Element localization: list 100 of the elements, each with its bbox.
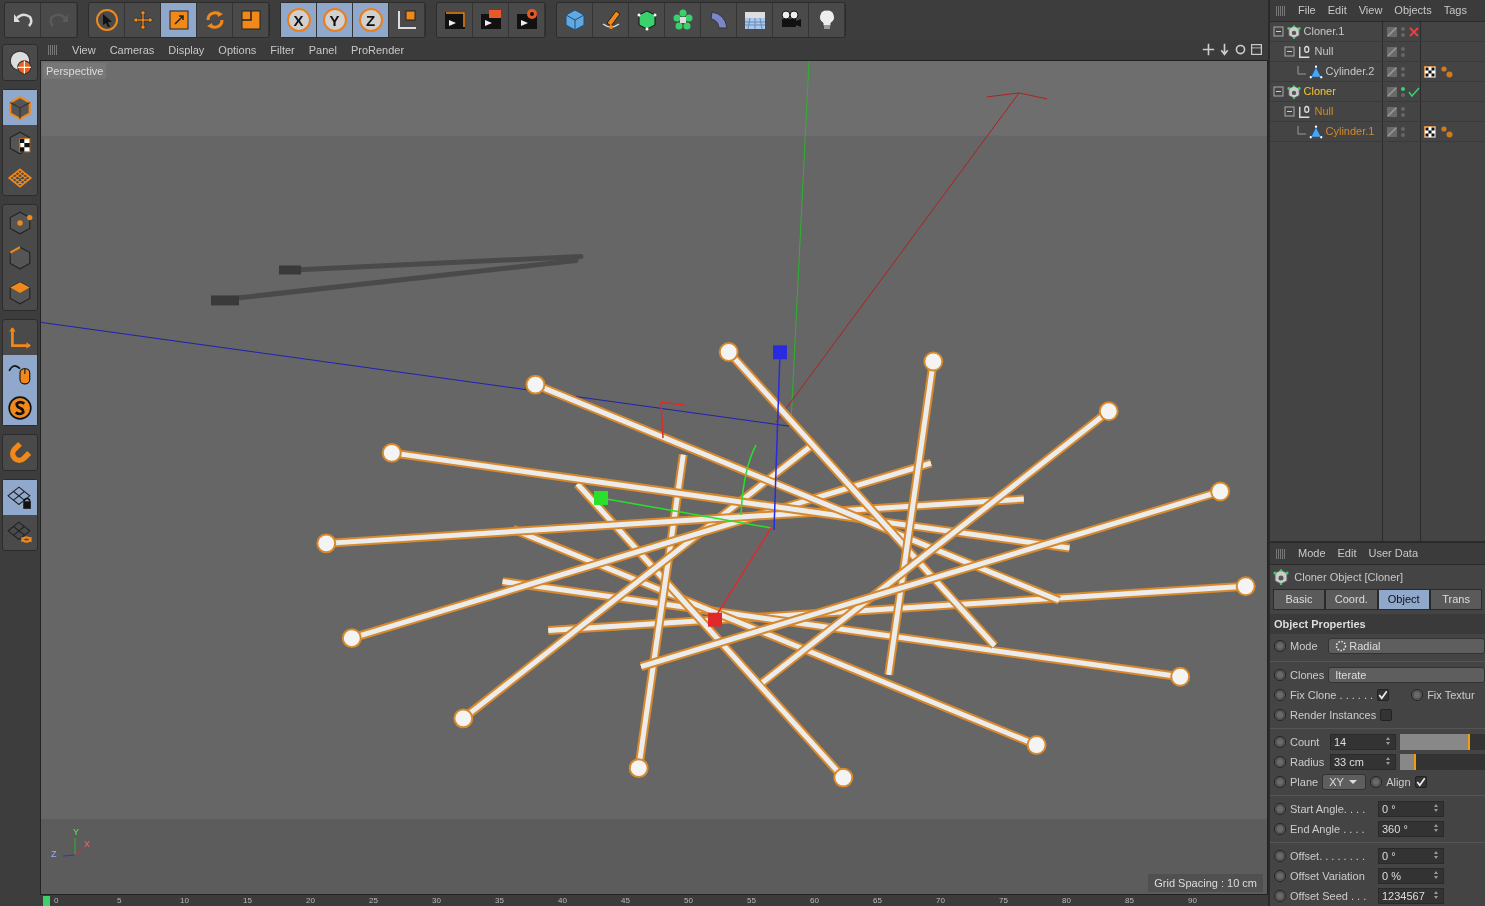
number-field[interactable]: 1234567 [1378,888,1444,904]
number-field[interactable]: 14 [1330,734,1396,750]
texture-tag-icon[interactable] [1423,125,1436,138]
menu-item[interactable]: Panel [308,41,337,59]
layer-icon[interactable] [1386,65,1398,78]
keyframe-radio[interactable] [1411,689,1424,701]
tree-branch-line [1295,125,1306,138]
slider-fill[interactable] [1400,734,1470,750]
object-name[interactable]: Cloner.1 [1303,23,1345,40]
field-label: Offset Variation [1290,868,1366,884]
field-label: Fix Textur [1427,687,1475,703]
menu-item[interactable]: Display [168,41,205,59]
object-name[interactable]: Cloner [1303,83,1336,100]
menu-item[interactable]: View [1358,2,1383,19]
number-field[interactable]: 360 ° [1378,821,1444,837]
collapse-icon[interactable] [1284,45,1295,58]
visibility-dots-icon[interactable] [1400,65,1406,78]
dolly-icon[interactable] [1218,43,1231,57]
keyframe-radio[interactable] [1274,823,1286,835]
number-field[interactable]: 0 ° [1378,801,1444,817]
playhead-marker[interactable] [43,896,50,906]
texture-tag-icon[interactable] [1423,65,1436,78]
mode-dropdown[interactable]: Radial [1327,638,1485,654]
menu-item[interactable]: Objects [1394,2,1432,19]
checkbox[interactable] [1380,709,1393,721]
checkbox[interactable] [1377,689,1390,701]
phong-tag-icon[interactable] [1441,125,1454,138]
tab[interactable]: Coord. [1325,589,1378,610]
number-field[interactable]: 0 % [1378,868,1444,884]
visibility-dots-icon[interactable] [1400,45,1406,58]
checkmark-icon[interactable] [1408,85,1420,98]
keyframe-radio[interactable] [1274,850,1286,862]
visibility-dots-icon[interactable] [1400,85,1406,98]
dropdown[interactable]: XY [1322,774,1367,790]
axis-label: Z [51,850,57,859]
menu-item[interactable]: Mode [1298,545,1326,562]
scale-button[interactable] [161,3,197,37]
layer-icon[interactable] [1386,25,1398,38]
maximize-icon[interactable] [1249,43,1263,57]
collapse-icon[interactable] [1284,105,1295,118]
dropdown[interactable]: Iterate [1328,667,1485,683]
layer-icon[interactable] [1386,85,1398,98]
keyframe-radio[interactable] [1274,776,1286,788]
menu-item[interactable]: Edit [1337,545,1357,562]
keyframe-radio[interactable] [1274,870,1286,882]
axis-lock-button[interactable]: Y [317,3,353,37]
keyframe-radio[interactable] [1274,756,1286,768]
arrow-cursor-icon [94,8,119,32]
number-field[interactable]: 33 cm [1330,754,1396,770]
frame-tick-label: 45 [621,895,631,906]
collapse-icon[interactable] [1273,25,1284,38]
menu-item[interactable]: Filter [270,41,295,59]
keyframe-radio[interactable] [1274,803,1286,815]
collapse-icon[interactable] [1273,85,1284,98]
menu-item[interactable]: Cameras [109,41,155,59]
keyframe-radio[interactable] [1370,776,1383,788]
spinner-arrows-icon [1384,755,1392,767]
grid-lock-mode-button[interactable] [3,480,37,515]
menu-item[interactable]: File [1298,2,1316,19]
object-name[interactable]: Cylinder.2 [1325,63,1375,80]
menu-item[interactable]: User Data [1368,545,1419,562]
tab[interactable]: Basic [1272,589,1326,610]
tab[interactable]: Object [1377,589,1430,610]
tab[interactable]: Trans [1429,589,1483,610]
layer-icon[interactable] [1386,125,1398,138]
menu-item[interactable]: ProRender [350,41,405,59]
number-field[interactable]: 0 ° [1378,848,1444,864]
slider-track[interactable] [1400,734,1485,750]
menu-item[interactable]: View [72,41,96,59]
keyframe-radio[interactable] [1274,689,1286,701]
keyframe-radio[interactable] [1274,640,1286,652]
spinner-arrows-icon [1432,802,1440,814]
slider-fill[interactable] [1400,754,1417,770]
orbit-icon[interactable] [1233,43,1247,57]
object-name[interactable]: Null [1314,43,1334,60]
snap-s-mode-button[interactable] [3,390,37,425]
mouse-mode-button[interactable] [3,355,37,390]
axis-lock-button[interactable]: Z [353,3,389,37]
checkbox[interactable] [1414,776,1427,788]
visibility-dots-icon[interactable] [1400,25,1406,38]
object-name[interactable]: Null [1314,103,1334,120]
model-mode-button[interactable] [3,90,37,125]
layer-icon[interactable] [1386,105,1398,118]
keyframe-radio[interactable] [1274,736,1286,748]
layer-icon[interactable] [1386,45,1398,58]
field-label: Plane [1290,774,1319,790]
spinner-arrows-icon [1432,849,1440,861]
phong-tag-icon[interactable] [1441,65,1454,78]
keyframe-radio[interactable] [1274,890,1286,902]
visibility-dots-icon[interactable] [1400,105,1406,118]
keyframe-radio[interactable] [1274,709,1286,721]
menu-item[interactable]: Edit [1327,2,1347,19]
menu-item[interactable]: Tags [1443,2,1467,19]
pan-icon[interactable] [1202,43,1216,57]
axis-lock-button[interactable]: X [281,3,317,37]
menu-item[interactable]: Options [218,41,257,59]
keyframe-radio[interactable] [1274,669,1286,681]
visibility-dots-icon[interactable] [1400,125,1406,138]
slider-track[interactable] [1400,754,1485,770]
frame-tick-label: 10 [180,895,190,906]
